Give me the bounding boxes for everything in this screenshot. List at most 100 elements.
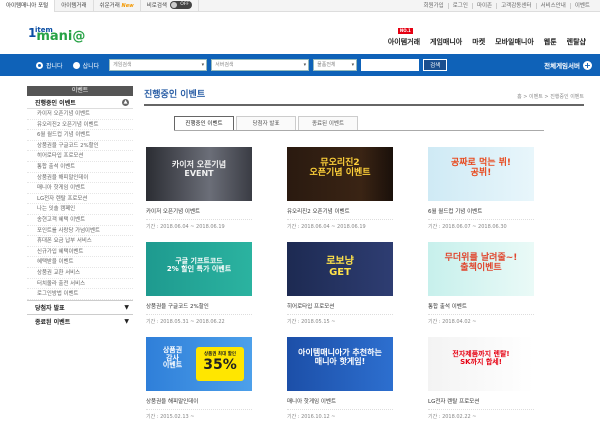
event-name[interactable]: 통합 출석 이벤트 <box>428 302 534 315</box>
event-card[interactable]: 상품권 감사 이벤트 상품권 최대 할인 35% 상품권을 해피말인데이 기간 : 20… <box>146 337 264 420</box>
page-title: 진행중인 이벤트 <box>144 90 206 100</box>
main-nav: NO.1 아이템거래 게임매니아 마켓 모바일매니아 웹툰 렌탈샵 <box>388 28 586 47</box>
nav-webtoon[interactable]: 웹툰 <box>544 37 557 47</box>
tab-ended[interactable]: 종료된 이벤트 <box>298 116 358 130</box>
link-myzone[interactable]: 마이존 <box>471 2 496 9</box>
link-customer-center[interactable]: 고객감동센터 <box>496 2 535 9</box>
event-period: 기간 : 2018.06.07 ~ 2018.06.30 <box>428 224 507 230</box>
radio-sell[interactable]: 팝니다 <box>36 61 63 70</box>
plus-icon: + <box>583 60 592 70</box>
top-links: 회원가입 로그인 마이존 고객감동센터 서비스안내 이벤트 <box>420 2 600 9</box>
tab-private-search[interactable]: 비로검색 OFF <box>141 0 199 12</box>
logo[interactable]: 1 item mani@ <box>28 26 86 44</box>
event-name[interactable]: 카이저 오픈기념 이벤트 <box>146 207 252 220</box>
event-card[interactable]: 아이템매니아가 추천하는 매니아 핫게임! 매니아 핫게임 이벤트기간 : 201… <box>287 337 405 420</box>
sidebar-item[interactable]: 송현고객 혜택 이벤트 <box>27 215 133 226</box>
event-name[interactable]: LG전자 렌탈 프로모션 <box>428 397 534 410</box>
sidebar-item[interactable]: 터치올라 출전 서비스 <box>27 279 133 290</box>
sidebar-section-ended[interactable]: 종료된 이벤트 ▼ <box>27 313 133 328</box>
event-card[interactable]: 뮤오리진2 오픈기념 이벤트 유오리진2 오픈기념 이벤트 기간 : 2018.06… <box>287 147 405 230</box>
event-name[interactable]: 6월 월드컵 기념 이벤트 <box>428 207 534 220</box>
sidebar-list: 카이저 오픈기념 이벤트 유오리진2 오픈기념 이벤트 6월 월드컵 기념 이벤트 상… <box>27 109 133 300</box>
event-banner-text: 상품권 감사 이벤트 <box>162 346 183 370</box>
event-card[interactable]: 카이저 오픈기념 EVENT 카이저 오픈기념 이벤트 기간 : 2018.06.0… <box>146 147 264 230</box>
tab-item-trade[interactable]: 아이템거래 <box>55 0 94 12</box>
nav-mobile-mania[interactable]: 모바일매니아 <box>495 37 534 47</box>
logo-mania: mani@ <box>36 29 86 44</box>
nav-market[interactable]: 마켓 <box>472 37 485 47</box>
event-banner-text: 전자제품까지 렌탈! SK까지 합세! <box>452 350 510 366</box>
sidebar-item[interactable]: 히어로타입 프로모션 <box>27 151 133 162</box>
link-signup[interactable]: 회원가입 <box>420 3 448 9</box>
tab-easy-trade-label: 쉬운거래 <box>99 2 120 9</box>
all-games-button[interactable]: 전체게임서버 + <box>544 60 592 70</box>
event-name[interactable]: 히어로타입 프로모션 <box>287 302 393 315</box>
event-banner-image[interactable]: 뮤오리진2 오픈기념 이벤트 <box>287 147 393 201</box>
toggle-label: OFF <box>180 2 189 7</box>
sidebar-item[interactable]: 나는 잇솔 캠페인 <box>27 204 133 215</box>
event-period: 기간 : 2018.05.15 ~ <box>287 319 336 325</box>
item-type-select[interactable]: 물품전체 <box>313 59 358 71</box>
event-banner-image[interactable]: 카이저 오픈기념 EVENT <box>146 147 252 201</box>
event-card[interactable]: 공짜로 먹는 뷔! 공뷔! 6월 월드컵 기념 이벤트기간 : 2018.06.0… <box>428 147 546 230</box>
event-banner-image[interactable]: 공짜로 먹는 뷔! 공뷔! <box>428 147 534 201</box>
tab-portal[interactable]: 아이템매니아 포털 <box>0 0 56 12</box>
link-event[interactable]: 이벤트 <box>569 2 594 9</box>
sidebar-item[interactable]: LG전자 렌탈 프로모션 <box>27 194 133 205</box>
radio-sell-label: 팝니다 <box>46 62 63 70</box>
sidebar-item[interactable]: 통합 출석 이벤트 <box>27 162 133 173</box>
sidebar-item[interactable]: 상품권 교환 서비스 <box>27 268 133 279</box>
no1-badge: NO.1 <box>397 28 413 34</box>
sidebar-section-winners[interactable]: 당첨자 발표 ▼ <box>27 299 133 314</box>
event-banner-text: 로보냥 GET <box>326 256 354 278</box>
sidebar-section-ongoing[interactable]: 진행중인 이벤트 ▲ <box>27 96 133 109</box>
event-card[interactable]: 무더위를 날려줄~! 출첵이벤트 통합 출석 이벤트 기간 : 2018.04.02… <box>428 242 546 325</box>
event-card[interactable]: 로보냥 GET 히어로타입 프로모션기간 : 2018.05.15 ~ <box>287 242 405 325</box>
event-name[interactable]: 상품권을 해피말인데이 <box>146 397 252 410</box>
breadcrumb: 홈 > 이벤트 > 진행중인 이벤트 <box>517 94 584 100</box>
event-period: 기간 : 2016.10.12 ~ <box>287 414 336 420</box>
event-card[interactable]: 전자제품까지 렌탈! SK까지 합세! LG전자 렌탈 프로모션기간 : 2018… <box>428 337 546 420</box>
nav-rental-shop[interactable]: 렌탈샵 <box>567 37 586 47</box>
game-select[interactable]: 게임검색 <box>109 59 208 71</box>
sidebar-item[interactable]: 상품권을 구글코드 2%할인 <box>27 141 133 152</box>
event-banner-image[interactable]: 아이템매니아가 추천하는 매니아 핫게임! <box>287 337 393 391</box>
tab-winners[interactable]: 당첨자 발표 <box>236 116 296 130</box>
sidebar-item[interactable]: 매니아 핫게임 이벤트 <box>27 183 133 194</box>
event-banner-image[interactable]: 구글 기프트코드 2% 할인 특가 이벤트 <box>146 242 252 296</box>
sidebar-item[interactable]: 포인트를 사랑당 가넘이벤트 <box>27 226 133 237</box>
server-select[interactable]: 서버검색 <box>211 59 310 71</box>
event-banner-image[interactable]: 무더위를 날려줄~! 출첵이벤트 <box>428 242 534 296</box>
sidebar-item[interactable]: 신규가입 혜택이벤트 <box>27 247 133 258</box>
sidebar-item[interactable]: 로그인방법 이벤트 <box>27 289 133 300</box>
main-content: 진행중인 이벤트 홈 > 이벤트 > 진행중인 이벤트 진행중인 이벤트 당첨자… <box>144 86 584 420</box>
tab-ongoing[interactable]: 진행중인 이벤트 <box>174 116 234 130</box>
event-period: 기간 : 2018.02.22 ~ <box>428 414 477 420</box>
sidebar-item[interactable]: 상품권을 해피말인데이 <box>27 173 133 184</box>
sidebar-item[interactable]: 휴대폰 요금 납부 서비스 <box>27 236 133 247</box>
event-card[interactable]: 구글 기프트코드 2% 할인 특가 이벤트 상품권을 구글코드 2%할인 기간 : … <box>146 242 264 325</box>
radio-buy[interactable]: 삽니다 <box>72 61 99 70</box>
search-input[interactable] <box>361 59 420 71</box>
event-banner-image[interactable]: 로보냥 GET <box>287 242 393 296</box>
link-service-guide[interactable]: 서비스안내 <box>535 2 570 9</box>
event-name[interactable]: 유오리진2 오픈기념 이벤트 <box>287 207 393 220</box>
nav-item-trade[interactable]: NO.1 아이템거래 <box>388 28 420 47</box>
search-button[interactable]: 검색 <box>423 59 448 71</box>
nav-game-mania[interactable]: 게임매니아 <box>430 37 462 47</box>
sidebar-item[interactable]: 유오리진2 오픈기념 이벤트 <box>27 120 133 131</box>
event-name[interactable]: 매니아 핫게임 이벤트 <box>287 397 393 410</box>
sidebar-item[interactable]: 혜택받을 이벤트 <box>27 257 133 268</box>
site-header: 1 item mani@ NO.1 아이템거래 게임매니아 마켓 모바일매니아 웹툰 … <box>0 12 600 54</box>
chevron-up-icon: ▲ <box>122 98 129 106</box>
sidebar-item[interactable]: 카이저 오픈기념 이벤트 <box>27 109 133 120</box>
sidebar-item[interactable]: 6월 월드컵 기념 이벤트 <box>27 130 133 141</box>
private-search-toggle[interactable]: OFF <box>170 1 192 9</box>
event-name[interactable]: 상품권을 구글코드 2%할인 <box>146 302 252 315</box>
event-banner-text: 아이템매니아가 추천하는 매니아 핫게임! <box>298 348 382 366</box>
tab-easy-trade[interactable]: 쉬운거래 New <box>94 0 141 12</box>
discount-badge: 상품권 최대 할인 35% <box>196 347 244 381</box>
event-banner-image[interactable]: 전자제품까지 렌탈! SK까지 합세! <box>428 337 534 391</box>
link-login[interactable]: 로그인 <box>447 2 472 9</box>
event-banner-image[interactable]: 상품권 감사 이벤트 상품권 최대 할인 35% <box>146 337 252 391</box>
